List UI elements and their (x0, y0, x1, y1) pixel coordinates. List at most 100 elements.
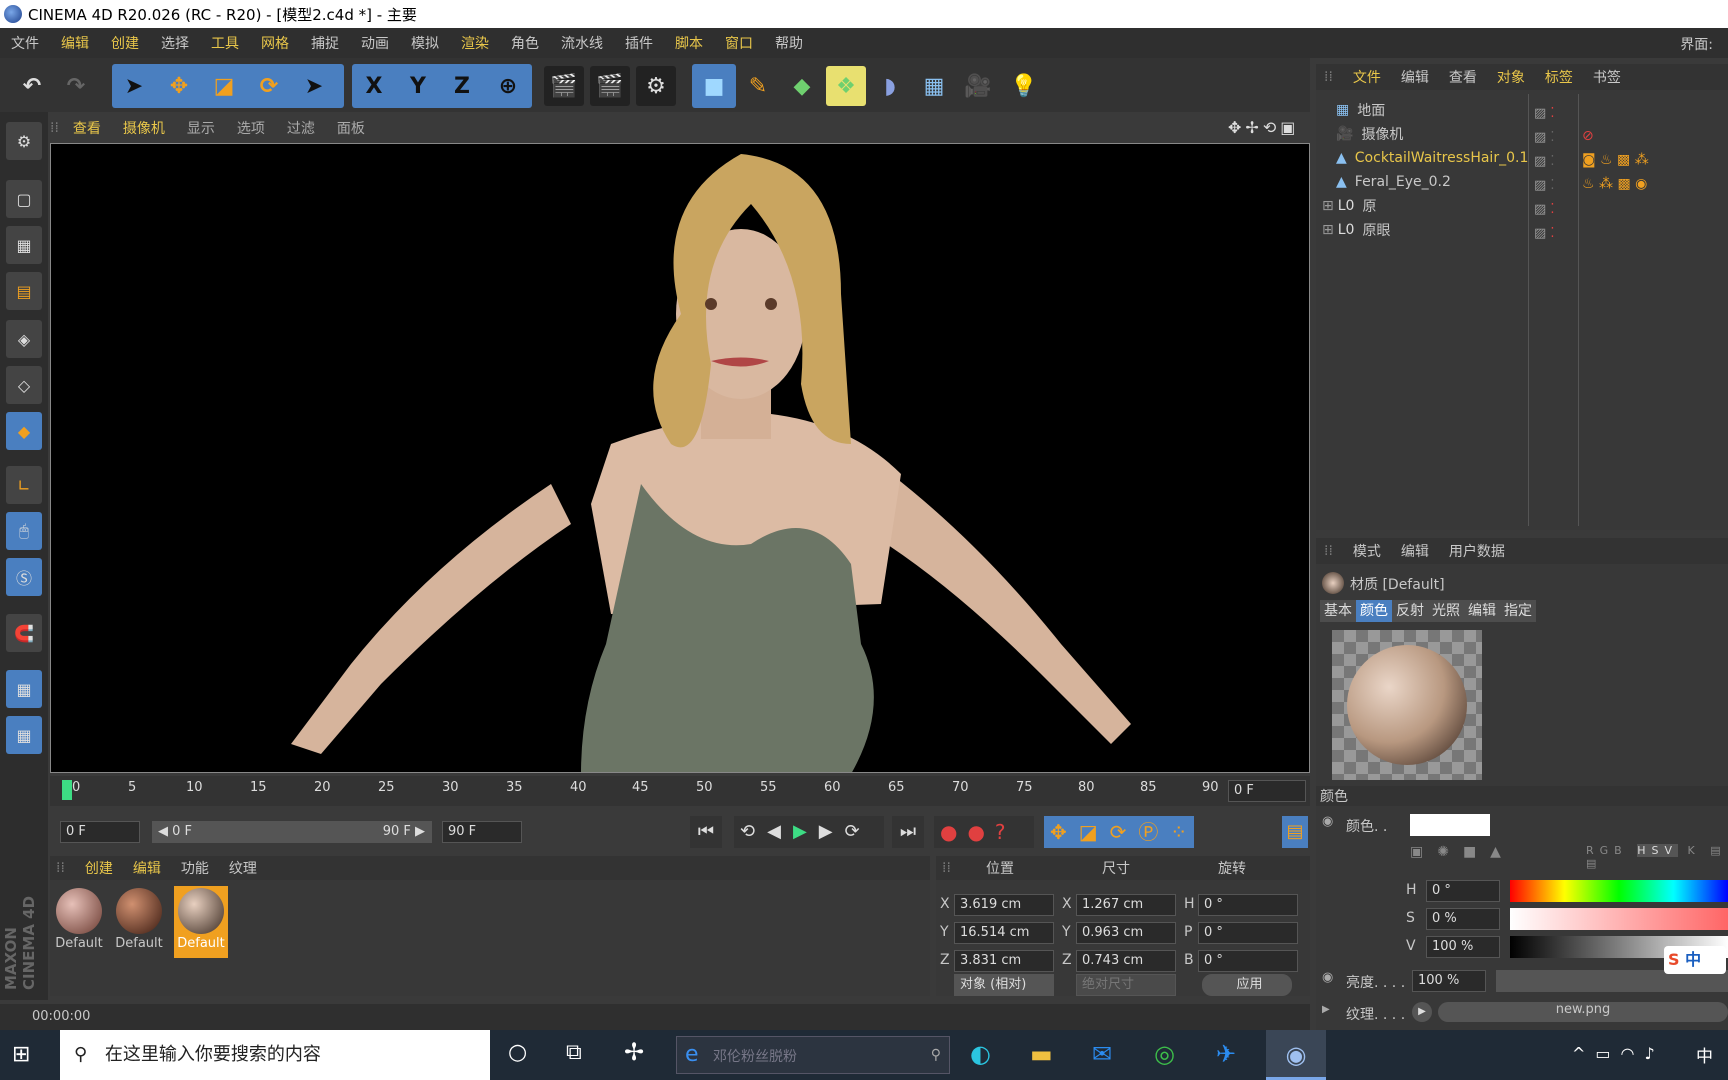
taskbar-search-box[interactable]: ⚲ 在这里输入你要搜索的内容 (60, 1030, 490, 1080)
array-icon[interactable]: ❖ (826, 66, 866, 106)
material-swatch-selected[interactable]: Default (174, 886, 228, 958)
brightness-field[interactable]: 100 % (1412, 970, 1486, 992)
ime-badge[interactable]: S 中 (1664, 946, 1726, 974)
attr-subtab-assign[interactable]: 指定 (1500, 600, 1536, 622)
ie-address-toolbar[interactable]: e 邓伦粉丝脱粉 ⚲ (676, 1036, 950, 1074)
mat-tab-texture[interactable]: 纹理 (229, 858, 257, 878)
light-icon[interactable]: 💡 (1004, 66, 1044, 106)
file-explorer-icon[interactable]: ▬ (1030, 1040, 1053, 1068)
timeline-ruler[interactable]: 0 5 10 15 20 25 30 35 40 45 50 55 60 65 … (50, 776, 1310, 806)
browser-icon[interactable]: ◎ (1154, 1040, 1175, 1068)
cube-icon[interactable]: ■ (694, 66, 734, 106)
coordinate-system-icon[interactable]: ⊕ (488, 66, 528, 106)
task-view-icon[interactable]: ⧉ (566, 1040, 582, 1065)
hue-slider[interactable] (1510, 880, 1728, 902)
position-x-field[interactable]: 3.619 cm (954, 894, 1054, 916)
points-mode-icon[interactable]: ◈ (6, 320, 42, 358)
cinema4d-taskbar-icon[interactable]: ◉ (1266, 1030, 1326, 1080)
menu-select[interactable]: 选择 (150, 33, 200, 53)
visibility-toggles[interactable]: ▨ ⁚ ▨ ⁚ ▨ ⁚ ▨ ⁚ ▨ ⁚ ▨ ⁚ (1534, 102, 1555, 246)
render-view-icon[interactable]: 🎬 (544, 66, 584, 106)
go-to-start-icon[interactable]: ⏮ (690, 816, 722, 848)
make-editable-icon[interactable]: ⚙ (6, 122, 42, 160)
hue-field[interactable]: 0 ° (1426, 880, 1500, 902)
move-icon[interactable]: ✥ (159, 66, 199, 106)
input-language[interactable]: 中 (1696, 1042, 1713, 1067)
menu-pipeline[interactable]: 流水线 (550, 33, 614, 53)
polygons-mode-icon[interactable]: ◆ (6, 412, 42, 450)
value-field[interactable]: 100 % (1426, 936, 1500, 958)
menu-snap[interactable]: 捕捉 (300, 33, 350, 53)
radio-icon[interactable]: ◉ (1322, 970, 1333, 985)
expand-arrow-icon[interactable]: ▶ (1322, 1004, 1330, 1015)
tweak-mode-icon[interactable]: 🖱 (6, 512, 42, 550)
coord-mode-dropdown[interactable]: 对象 (相对) (954, 974, 1054, 996)
mat-tab-create[interactable]: 创建 (85, 858, 113, 878)
camera-icon[interactable]: 🎥 (958, 66, 998, 106)
rotation-p-field[interactable]: 0 ° (1198, 922, 1298, 944)
menu-animate[interactable]: 动画 (350, 33, 400, 53)
object-row[interactable]: ▦ 地面 (1316, 98, 1728, 122)
mat-tab-edit[interactable]: 编辑 (133, 858, 161, 878)
obj-tab-edit[interactable]: 编辑 (1401, 67, 1429, 87)
apply-button[interactable]: 应用 (1202, 974, 1292, 996)
size-y-field[interactable]: 0.963 cm (1076, 922, 1176, 944)
rotation-h-field[interactable]: 0 ° (1198, 894, 1298, 916)
render-settings-icon[interactable]: ⚙ (636, 66, 676, 106)
obj-tab-file[interactable]: 文件 (1353, 67, 1381, 87)
size-mode-dropdown[interactable]: 绝对尺寸 (1076, 974, 1176, 996)
position-y-field[interactable]: 16.514 cm (954, 922, 1054, 944)
menu-help[interactable]: 帮助 (764, 33, 814, 53)
start-frame-field[interactable]: 0 F (60, 821, 140, 843)
workplane-icon[interactable]: ▤ (6, 272, 42, 310)
mail-icon[interactable]: ✉ (1092, 1040, 1112, 1068)
x-axis-button[interactable]: X (354, 66, 394, 106)
object-row[interactable]: ⊞ L0 原眼 (1316, 218, 1728, 242)
search-icon[interactable]: ⚲ (931, 1037, 941, 1073)
end-frame-field[interactable]: 90 F (442, 821, 522, 843)
playhead-marker[interactable] (62, 780, 72, 800)
play-icon[interactable]: ▶ (793, 821, 819, 842)
expand-icon[interactable]: ⊞ (1322, 222, 1334, 238)
lock-workplane-icon[interactable]: ▦ (6, 670, 42, 708)
size-x-field[interactable]: 1.267 cm (1076, 894, 1176, 916)
redo-icon[interactable]: ↷ (56, 66, 96, 106)
attr-subtab-illumination[interactable]: 光照 (1428, 600, 1464, 622)
go-to-end-icon[interactable]: ⏭ (892, 816, 924, 848)
undo-icon[interactable]: ↶ (12, 66, 52, 106)
vp-menu-options[interactable]: 选项 (237, 118, 265, 138)
material-swatch[interactable]: Default (52, 886, 106, 958)
vp-menu-display[interactable]: 显示 (187, 118, 215, 138)
saturation-field[interactable]: 0 % (1426, 908, 1500, 930)
vp-menu-filter[interactable]: 过滤 (287, 118, 315, 138)
radio-icon[interactable]: ◉ (1322, 814, 1333, 829)
floor-icon[interactable]: ▦ (914, 66, 954, 106)
viewport-navigation-icons[interactable]: ✥✢⟲▣ (1228, 118, 1299, 137)
axis-mode-icon[interactable]: ∟ (6, 466, 42, 504)
attr-subtab-edit[interactable]: 编辑 (1464, 600, 1500, 622)
vp-menu-panel[interactable]: 面板 (337, 118, 365, 138)
rotation-b-field[interactable]: 0 ° (1198, 950, 1298, 972)
recent-tool-icon[interactable]: ➤ (294, 66, 334, 106)
attr-tab-edit[interactable]: 编辑 (1401, 541, 1429, 561)
pinwheel-app-icon[interactable]: ✢ (624, 1038, 644, 1066)
3d-viewport[interactable] (50, 143, 1310, 773)
app-icon[interactable]: ✈ (1216, 1040, 1236, 1068)
obj-tab-view[interactable]: 查看 (1449, 67, 1477, 87)
vp-menu-camera[interactable]: 摄像机 (123, 118, 165, 138)
color-mode-buttons[interactable]: RGB HSV K ▤ ▤ (1586, 844, 1728, 870)
texture-menu-icon[interactable]: ▶ (1412, 1002, 1432, 1022)
record-keys-icon[interactable]: ●●? (934, 816, 1034, 848)
mat-tab-function[interactable]: 功能 (181, 858, 209, 878)
z-axis-button[interactable]: Z (442, 66, 482, 106)
frame-range-slider[interactable]: ◀ 0 F 90 F ▶ (152, 821, 432, 843)
keyframe-filter-icons[interactable]: ✥◪⟳Ⓟ⁘ (1044, 816, 1194, 848)
size-z-field[interactable]: 0.743 cm (1076, 950, 1176, 972)
menu-simulate[interactable]: 模拟 (400, 33, 450, 53)
menu-edit[interactable]: 编辑 (50, 33, 100, 53)
obj-tab-tags[interactable]: 标签 (1545, 67, 1573, 87)
menu-tools[interactable]: 工具 (200, 33, 250, 53)
tag-icons[interactable]: ⊘ ◙ ♨ ▩ ⁂ ♨ ⁂ ▩ ◉ (1582, 124, 1649, 196)
menu-script[interactable]: 脚本 (664, 33, 714, 53)
edges-mode-icon[interactable]: ◇ (6, 366, 42, 404)
